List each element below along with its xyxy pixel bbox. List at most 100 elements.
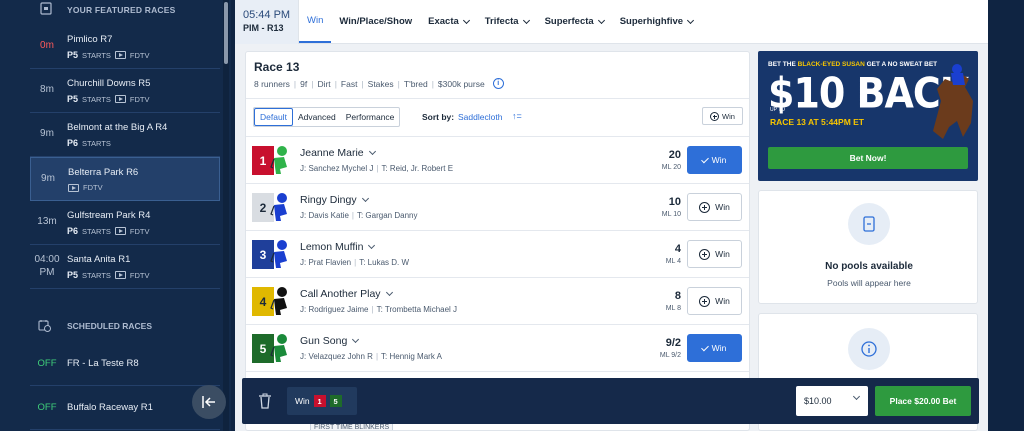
view-default-button[interactable]: Default bbox=[254, 108, 293, 126]
chevron-down-icon bbox=[368, 147, 376, 156]
runner-name[interactable]: Ringy Dingy bbox=[300, 194, 369, 206]
collapse-arrow-icon bbox=[202, 396, 215, 408]
chevron-down-icon bbox=[597, 16, 605, 24]
collapse-sidebar-button[interactable] bbox=[192, 385, 226, 419]
tab-superfecta[interactable]: Superfecta bbox=[537, 0, 612, 43]
sort-label: Sort by: bbox=[422, 112, 455, 122]
jockey-silk-icon bbox=[270, 193, 287, 221]
runner-name[interactable]: Jeanne Marie bbox=[300, 147, 376, 159]
jockey-silk-icon bbox=[270, 146, 287, 174]
add-all-win-button[interactable]: Win bbox=[702, 107, 743, 125]
featured-race-item[interactable]: 0m Pimlico R7 P5 STARTS FDTV bbox=[30, 25, 220, 69]
tab-trifecta[interactable]: Trifecta bbox=[477, 0, 537, 43]
racehorse-image bbox=[933, 64, 973, 139]
featured-race-item[interactable]: 8m Churchill Downs R5 P5 STARTS FDTV bbox=[30, 69, 220, 113]
win-select-button[interactable]: Win bbox=[687, 193, 742, 221]
plus-circle-icon bbox=[699, 295, 711, 307]
race-name: Santa Anita R1 bbox=[67, 254, 131, 265]
chevron-down-icon bbox=[361, 194, 369, 203]
plus-circle-icon bbox=[699, 201, 711, 213]
runner-row: 4 Call Another Play J: Rodriguez Jaime | T: … bbox=[246, 278, 749, 325]
race-meta-item: 9f bbox=[300, 78, 308, 89]
betslip-selection[interactable]: Win 1 5 bbox=[287, 387, 357, 415]
win-select-button[interactable]: Win bbox=[687, 146, 742, 174]
race-time-box: 05:44 PM PIM - R13 bbox=[235, 0, 299, 44]
pools-card: No pools available Pools will appear her… bbox=[758, 190, 978, 304]
jockey-name: J: Davis Katie bbox=[300, 211, 349, 220]
featured-race-item[interactable]: 13m Gulfstream Park R4 P6 STARTS FDTV bbox=[30, 201, 220, 245]
race-name: FR - La Teste R8 bbox=[67, 358, 139, 369]
race-post-time: 05:44 PM bbox=[243, 9, 291, 21]
sort-select[interactable]: Saddlecloth bbox=[458, 112, 502, 122]
calendar-clock-icon bbox=[38, 320, 51, 332]
trainer-name: T: Trombetta Michael J bbox=[376, 305, 458, 314]
pool-badge: P6 bbox=[67, 138, 79, 148]
sidebar-scroll-thumb[interactable] bbox=[224, 2, 228, 64]
tab-exacta[interactable]: Exacta bbox=[420, 0, 477, 43]
tab-win-place-show[interactable]: Win/Place/Show bbox=[331, 0, 420, 43]
trash-icon[interactable] bbox=[258, 393, 272, 409]
bet-now-button[interactable]: Bet Now! bbox=[768, 147, 968, 169]
plus-circle-icon bbox=[699, 248, 711, 260]
starts-label: STARTS bbox=[82, 94, 111, 104]
scheduled-race-item[interactable]: OFF FR - La Teste R8 bbox=[30, 342, 220, 386]
featured-list-icon bbox=[40, 2, 52, 15]
chevron-down-icon bbox=[522, 16, 530, 24]
minutes-to-post: 9m bbox=[40, 128, 54, 139]
view-performance-button[interactable]: Performance bbox=[341, 108, 400, 126]
minutes-to-post: 8m bbox=[40, 84, 54, 95]
jockey-silk-icon bbox=[270, 287, 287, 315]
horse-name: Gun Song bbox=[300, 335, 348, 347]
win-select-button[interactable]: Win bbox=[687, 334, 742, 362]
info-icon[interactable]: i bbox=[492, 78, 504, 89]
selection-chip: 5 bbox=[329, 395, 342, 407]
jockey-name: J: Prat Flavien bbox=[300, 258, 352, 267]
tv-icon bbox=[114, 227, 126, 235]
pool-badge: P6 bbox=[67, 226, 79, 236]
place-bet-button[interactable]: Place $20.00 Bet bbox=[875, 386, 971, 416]
win-select-button[interactable]: Win bbox=[687, 287, 742, 315]
runner-name[interactable]: Lemon Muffin bbox=[300, 241, 376, 253]
sort-direction-icon[interactable]: ↑= bbox=[512, 111, 522, 121]
runner-name[interactable]: Call Another Play bbox=[300, 288, 393, 300]
tab-label: Win/Place/Show bbox=[339, 16, 413, 27]
tab-superhighfive[interactable]: Superhighfive bbox=[612, 0, 701, 43]
race-meta-item: Dirt bbox=[317, 78, 331, 89]
separator: | bbox=[431, 78, 434, 89]
horse-name: Ringy Dingy bbox=[300, 194, 357, 206]
featured-race-item[interactable]: 04:00 PM Santa Anita R1 P5 STARTS FDTV bbox=[30, 245, 220, 289]
tab-label: Superfecta bbox=[544, 16, 594, 27]
current-odds: 10 bbox=[668, 196, 681, 208]
no-pools-subtitle: Pools will appear here bbox=[827, 278, 911, 288]
view-toggle: Default Advanced Performance bbox=[253, 107, 401, 127]
tab-win[interactable]: Win bbox=[299, 0, 332, 43]
featured-race-item[interactable]: 9m Belterra Park R6 FDTV bbox=[30, 157, 220, 201]
race-name: Belterra Park R6 bbox=[68, 167, 139, 178]
plus-circle-icon bbox=[710, 111, 720, 121]
current-odds: 8 bbox=[674, 290, 681, 302]
sidebar-scrollbar[interactable] bbox=[223, 0, 229, 431]
bet-amount-select[interactable]: $10.00 bbox=[796, 386, 868, 416]
scheduled-race-item[interactable]: OFF Buffalo Raceway R1 bbox=[30, 386, 220, 430]
divider bbox=[246, 98, 749, 99]
tab-label: Exacta bbox=[428, 16, 459, 27]
separator: | bbox=[354, 258, 357, 267]
minutes-to-post: 0m bbox=[40, 40, 54, 51]
jockey-name: J: Rodriguez Jaime bbox=[300, 305, 369, 314]
morning-line: ML 20 bbox=[661, 164, 681, 171]
page-background bbox=[988, 0, 1024, 431]
runner-name[interactable]: Gun Song bbox=[300, 335, 360, 347]
win-label: Win bbox=[715, 249, 730, 259]
morning-line: ML 10 bbox=[661, 211, 681, 218]
tv-icon bbox=[114, 51, 126, 59]
win-select-button[interactable]: Win bbox=[687, 240, 742, 268]
jockey-name: J: Velazquez John R bbox=[300, 352, 373, 361]
win-label: Win bbox=[711, 155, 727, 165]
promo-banner[interactable]: BET THE BLACK-EYED SUSAN GET A NO SWEAT … bbox=[758, 51, 978, 181]
minutes-to-post: 04:00 PM bbox=[34, 254, 60, 278]
chevron-down-icon bbox=[385, 288, 393, 297]
tv-label: FDTV bbox=[129, 226, 150, 236]
featured-race-item[interactable]: 9m Belmont at the Big A R4 P6 STARTS bbox=[30, 113, 220, 157]
view-advanced-button[interactable]: Advanced bbox=[293, 108, 341, 126]
race-name: Churchill Downs R5 bbox=[67, 78, 151, 89]
